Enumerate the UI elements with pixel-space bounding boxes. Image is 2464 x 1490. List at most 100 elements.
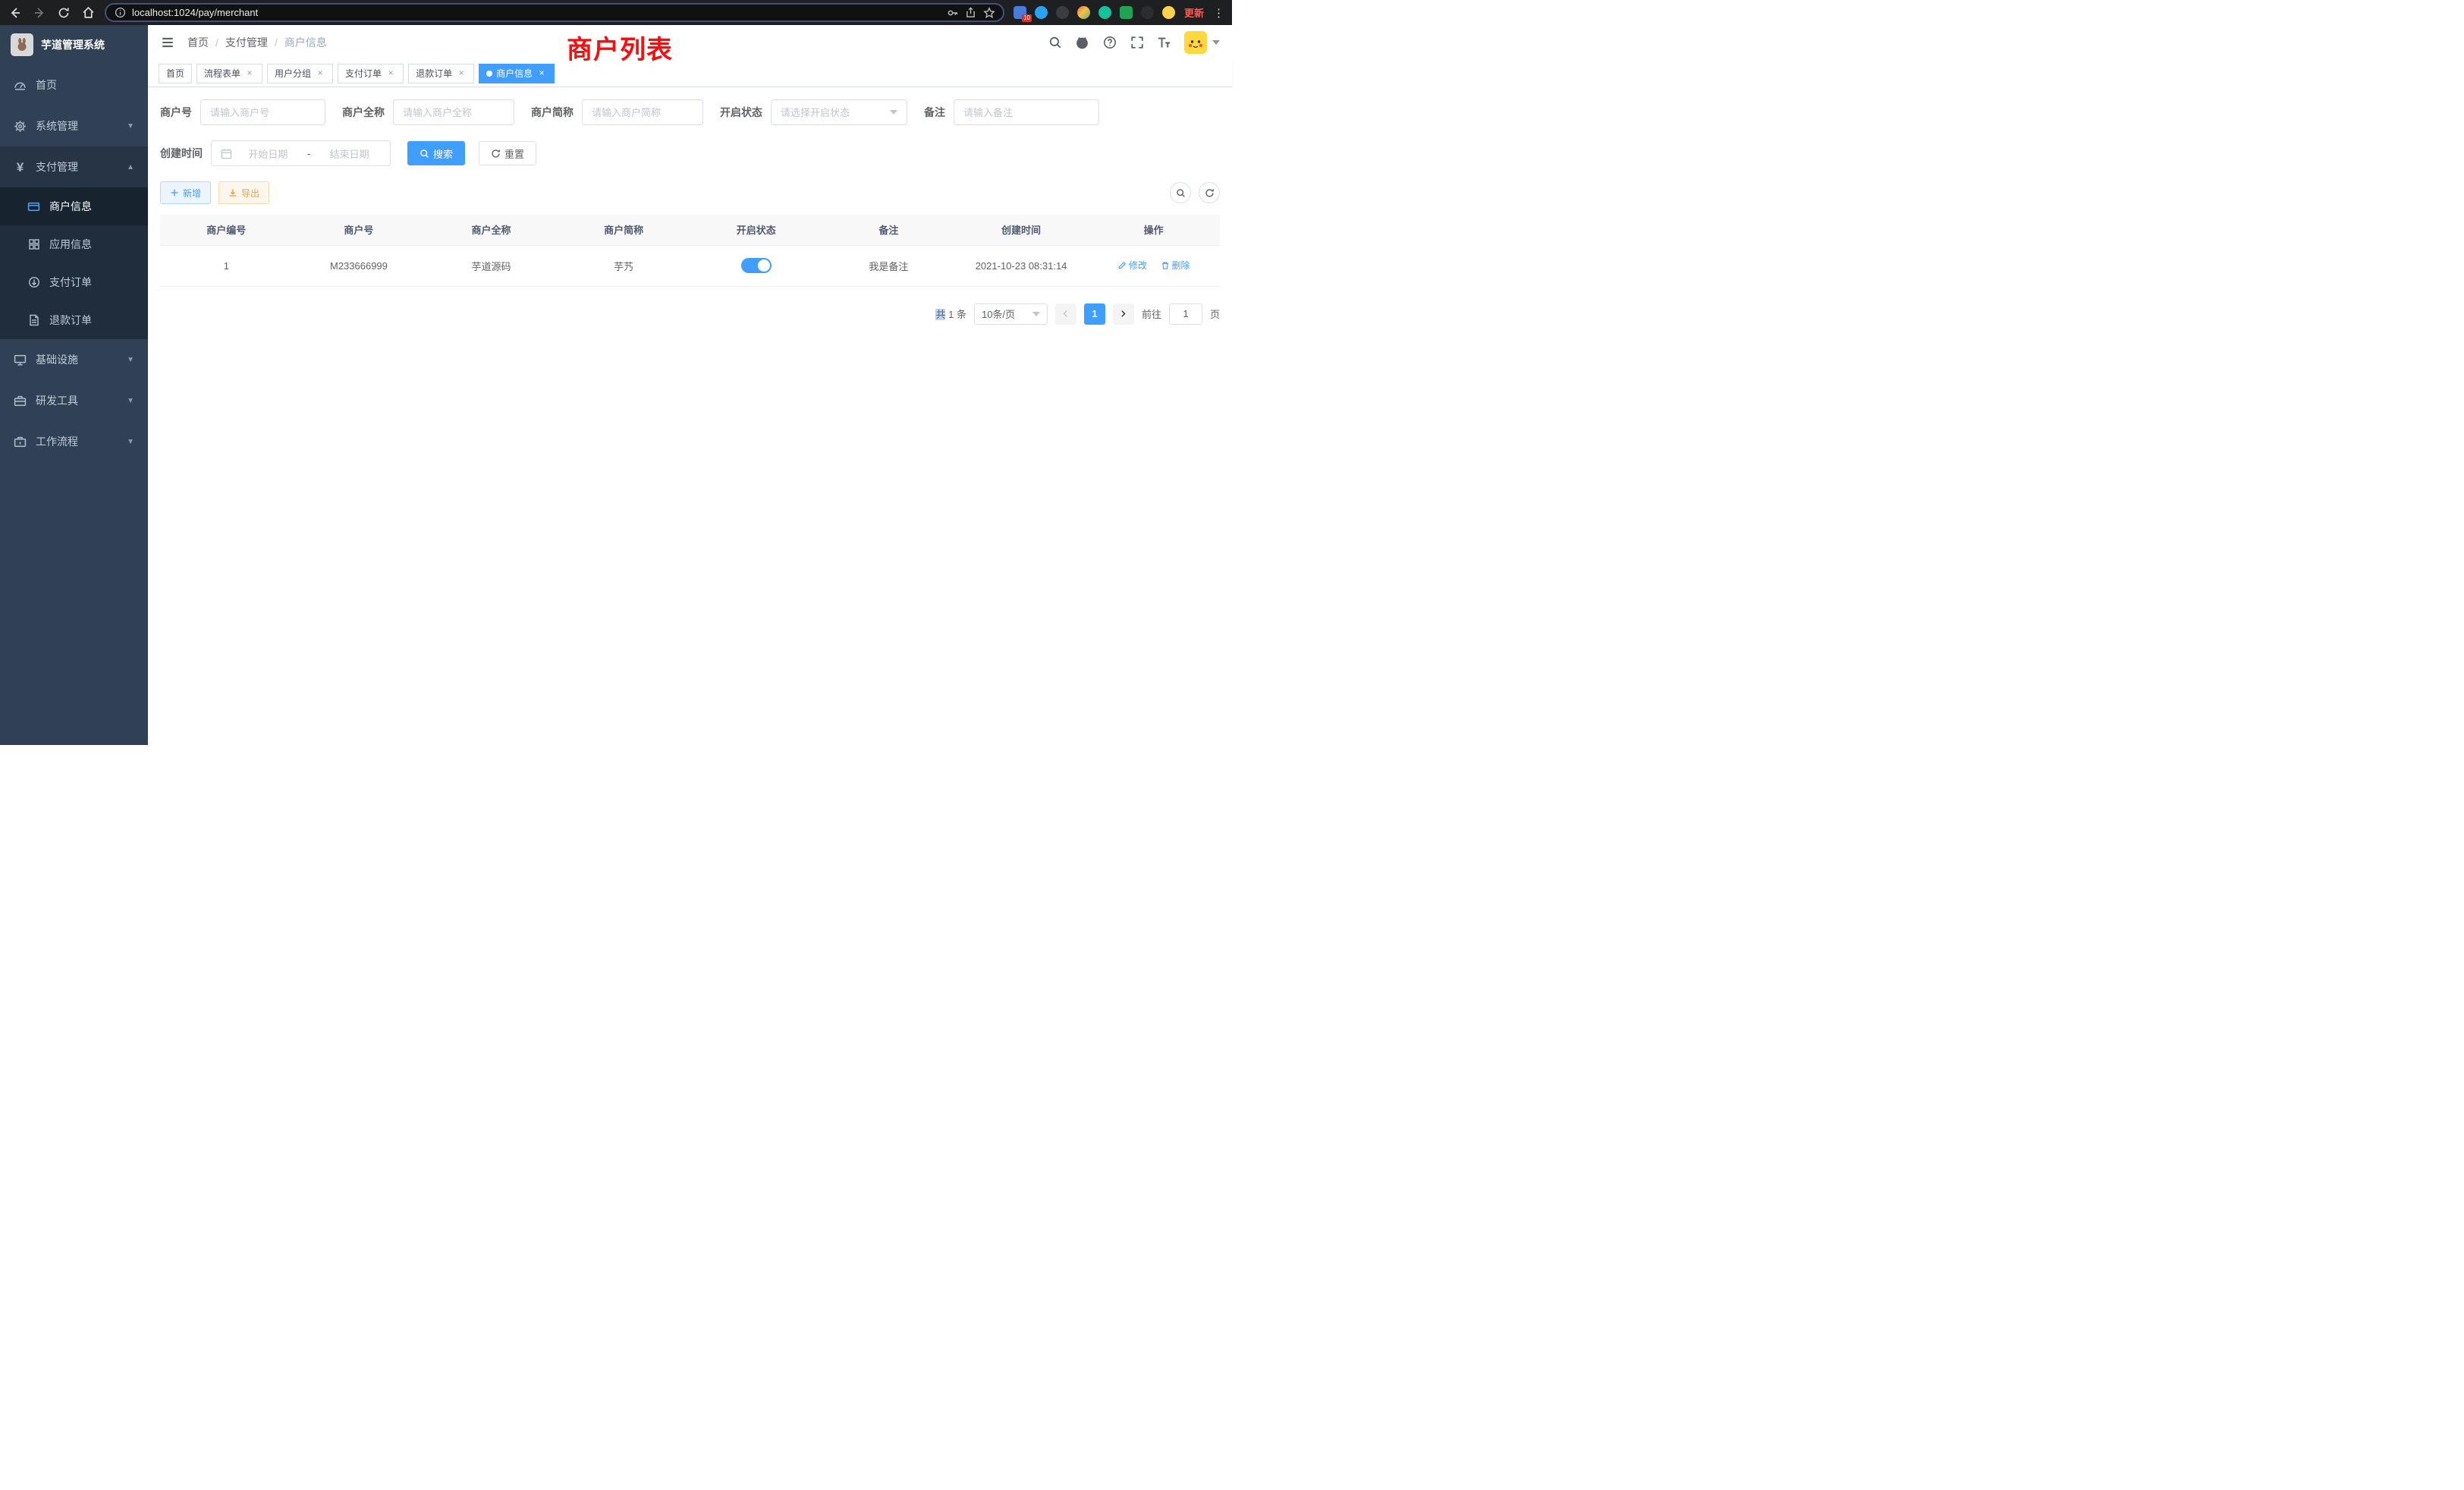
- toggle-search-button[interactable]: [1170, 182, 1191, 203]
- password-key-icon[interactable]: [947, 7, 959, 19]
- tab-merchant-info[interactable]: 商户信息 ×: [479, 64, 555, 83]
- site-info-icon[interactable]: [114, 7, 126, 19]
- date-range-picker[interactable]: 开始日期 - 结束日期: [211, 140, 391, 166]
- prev-page-button[interactable]: [1055, 303, 1076, 325]
- extension-icon[interactable]: [1098, 6, 1111, 19]
- close-icon[interactable]: ×: [315, 68, 325, 79]
- sidebar-logo[interactable]: 芋道管理系统: [0, 25, 148, 64]
- chevron-down-icon: ▼: [127, 122, 134, 130]
- tab-user-group[interactable]: 用户分组 ×: [267, 64, 333, 83]
- page-size-select[interactable]: 10条/页: [974, 303, 1048, 325]
- goto-page-input[interactable]: [1169, 303, 1202, 325]
- browser-menu-icon[interactable]: ⋮: [1213, 6, 1224, 20]
- merchant-no-input-field[interactable]: [210, 107, 316, 118]
- chrome-update-button[interactable]: 更新: [1184, 5, 1204, 20]
- share-icon[interactable]: [965, 7, 977, 19]
- close-icon[interactable]: ×: [456, 68, 467, 79]
- page-size-value: 10条/页: [982, 306, 1015, 321]
- search-button[interactable]: 搜索: [407, 141, 465, 165]
- sidebar-item-label: 应用信息: [49, 237, 92, 252]
- tab-process-form[interactable]: 流程表单 ×: [196, 64, 262, 83]
- tab-pay-order[interactable]: 支付订单 ×: [338, 64, 404, 83]
- start-date-placeholder[interactable]: 开始日期: [237, 146, 300, 161]
- extension-icon[interactable]: [1162, 6, 1175, 19]
- remark-input-field[interactable]: [963, 107, 1089, 118]
- merchant-table: 商户编号 商户号 商户全称 商户简称 开启状态 备注 创建时间 操作 1 M23…: [160, 215, 1220, 287]
- toolbar-right: [1170, 182, 1220, 203]
- close-icon[interactable]: ×: [536, 68, 547, 79]
- user-menu[interactable]: [1184, 31, 1220, 54]
- user-avatar[interactable]: [1184, 31, 1207, 54]
- hamburger-icon[interactable]: [160, 35, 175, 50]
- short-name-input-field[interactable]: [592, 107, 693, 118]
- order-icon: [27, 276, 40, 289]
- status-toggle[interactable]: [741, 258, 772, 273]
- font-size-icon[interactable]: [1157, 36, 1171, 50]
- add-button[interactable]: 新增: [160, 181, 211, 204]
- browser-refresh-icon[interactable]: [56, 5, 71, 20]
- status-select[interactable]: [771, 99, 907, 125]
- url-text[interactable]: localhost:1024/pay/merchant: [132, 7, 941, 18]
- field-label: 备注: [924, 105, 945, 120]
- field-label: 商户全称: [342, 105, 385, 120]
- full-name-input-field[interactable]: [403, 107, 504, 118]
- bookmark-star-icon[interactable]: [983, 7, 995, 19]
- total-count: 1: [948, 309, 954, 320]
- fullscreen-icon[interactable]: [1130, 36, 1144, 50]
- tab-refund-order[interactable]: 退款订单 ×: [408, 64, 474, 83]
- sidebar-item-pay-order[interactable]: 支付订单: [0, 263, 148, 301]
- short-name-input[interactable]: [582, 99, 703, 125]
- document-icon: [27, 314, 40, 327]
- field-label: 开启状态: [720, 105, 762, 120]
- github-icon[interactable]: [1075, 36, 1089, 50]
- next-page-button[interactable]: [1113, 303, 1134, 325]
- sidebar-item-workflow[interactable]: 工作流程 ▼: [0, 421, 148, 462]
- close-icon[interactable]: ×: [244, 68, 255, 79]
- browser-back-icon[interactable]: [8, 5, 23, 20]
- sidebar-item-label: 退款订单: [49, 313, 92, 328]
- remark-input[interactable]: [954, 99, 1099, 125]
- sidebar-item-merchant-info[interactable]: 商户信息: [0, 187, 148, 225]
- extension-icon[interactable]: [1120, 6, 1133, 19]
- tab-home[interactable]: 首页: [159, 64, 192, 83]
- delete-link[interactable]: 删除: [1161, 259, 1190, 272]
- breadcrumb-separator: /: [215, 36, 218, 49]
- field-label: 商户号: [160, 105, 192, 120]
- search-icon[interactable]: [1048, 36, 1062, 50]
- refresh-table-button[interactable]: [1199, 182, 1220, 203]
- sidebar-item-refund-order[interactable]: 退款订单: [0, 301, 148, 339]
- export-button-label: 导出: [241, 187, 259, 200]
- help-icon[interactable]: [1102, 36, 1117, 50]
- export-button[interactable]: 导出: [218, 181, 269, 204]
- pagination: 共 1 条 10条/页 1 前往 页: [160, 303, 1220, 325]
- browser-forward-icon[interactable]: [32, 5, 47, 20]
- page-number-button[interactable]: 1: [1084, 303, 1105, 325]
- extension-icon[interactable]: [1141, 6, 1154, 19]
- sidebar-item-payment[interactable]: ¥ 支付管理 ▲: [0, 146, 148, 187]
- reset-button[interactable]: 重置: [479, 141, 536, 165]
- sidebar-item-home[interactable]: 首页: [0, 64, 148, 105]
- full-name-input[interactable]: [393, 99, 514, 125]
- sidebar-item-infrastructure[interactable]: 基础设施 ▼: [0, 339, 148, 380]
- close-icon[interactable]: ×: [385, 68, 396, 79]
- breadcrumb-payment[interactable]: 支付管理: [225, 35, 268, 50]
- sidebar-item-app-info[interactable]: 应用信息: [0, 225, 148, 263]
- sidebar-item-dev-tools[interactable]: 研发工具 ▼: [0, 380, 148, 421]
- extension-icon[interactable]: [1035, 6, 1048, 19]
- merchant-no-input[interactable]: [200, 99, 325, 125]
- edit-link[interactable]: 修改: [1117, 259, 1147, 272]
- chevron-down-icon: ▼: [127, 356, 134, 364]
- extension-icon[interactable]: 10: [1014, 6, 1026, 19]
- end-date-placeholder[interactable]: 结束日期: [318, 146, 381, 161]
- sidebar-item-label: 商户信息: [49, 199, 92, 214]
- extension-icon[interactable]: [1056, 6, 1069, 19]
- address-bar[interactable]: localhost:1024/pay/merchant: [105, 3, 1004, 22]
- extension-icon[interactable]: [1077, 6, 1090, 19]
- cell-full-name: 芋道源码: [425, 245, 558, 286]
- status-select-field[interactable]: [781, 107, 885, 118]
- logo-avatar-icon: [11, 33, 33, 56]
- sidebar-item-system[interactable]: 系统管理 ▼: [0, 105, 148, 146]
- breadcrumb-home[interactable]: 首页: [187, 35, 209, 50]
- main-area: 首页 / 支付管理 / 商户信息 商户列表: [148, 25, 1232, 745]
- browser-home-icon[interactable]: [80, 5, 96, 20]
